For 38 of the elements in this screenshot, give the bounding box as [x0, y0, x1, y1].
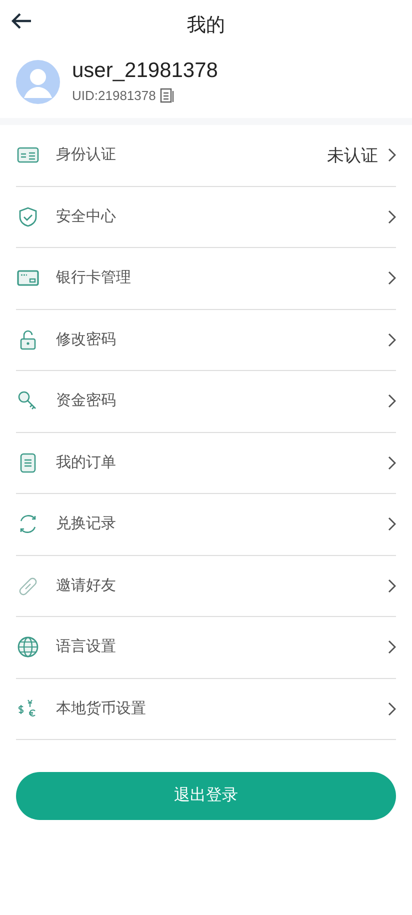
globe-icon: [16, 635, 40, 660]
copy-icon[interactable]: [160, 88, 174, 104]
chevron-right-icon: [388, 640, 396, 654]
menu-item[interactable]: 资金密码: [16, 371, 396, 432]
chevron-right-icon: [388, 394, 396, 408]
menu-label: 兑换记录: [56, 514, 116, 534]
avatar-icon: [16, 60, 60, 104]
username: user_21981378: [72, 58, 218, 82]
menu-item[interactable]: 安全中心: [16, 186, 396, 248]
menu-label: 身份认证: [56, 145, 116, 165]
menu-item[interactable]: 邀请好友: [16, 556, 396, 617]
menu-label: 语言设置: [56, 637, 116, 657]
menu-item[interactable]: 语言设置: [16, 617, 396, 678]
back-arrow-icon[interactable]: [10, 12, 32, 30]
verification-status: 未认证: [327, 144, 378, 166]
menu-label: 我的订单: [56, 452, 116, 472]
chevron-right-icon: [388, 271, 396, 286]
menu-label: 本地货币设置: [56, 698, 146, 718]
chevron-right-icon: [388, 148, 396, 162]
menu-item[interactable]: 修改密码: [16, 310, 396, 371]
menu-item[interactable]: 本地货币设置: [16, 678, 396, 740]
chevron-right-icon: [388, 210, 396, 224]
chevron-right-icon: [388, 578, 396, 593]
menu-label: 银行卡管理: [56, 268, 131, 288]
menu-item[interactable]: 银行卡管理: [16, 248, 396, 310]
chevron-right-icon: [388, 332, 396, 347]
page-title: 我的: [187, 14, 225, 38]
menu-item[interactable]: 我的订单: [16, 432, 396, 494]
chevron-right-icon: [388, 517, 396, 532]
menu-item[interactable]: 兑换记录: [16, 494, 396, 556]
chevron-right-icon: [388, 702, 396, 716]
chevron-right-icon: [388, 456, 396, 470]
menu-item[interactable]: 身份认证 未认证: [16, 125, 396, 186]
menu-label: 邀请好友: [56, 576, 116, 596]
menu-label: 安全中心: [56, 206, 116, 226]
uid-text: UID:21981378: [72, 86, 156, 105]
menu-label: 资金密码: [56, 391, 116, 411]
menu-label: 修改密码: [56, 330, 116, 350]
